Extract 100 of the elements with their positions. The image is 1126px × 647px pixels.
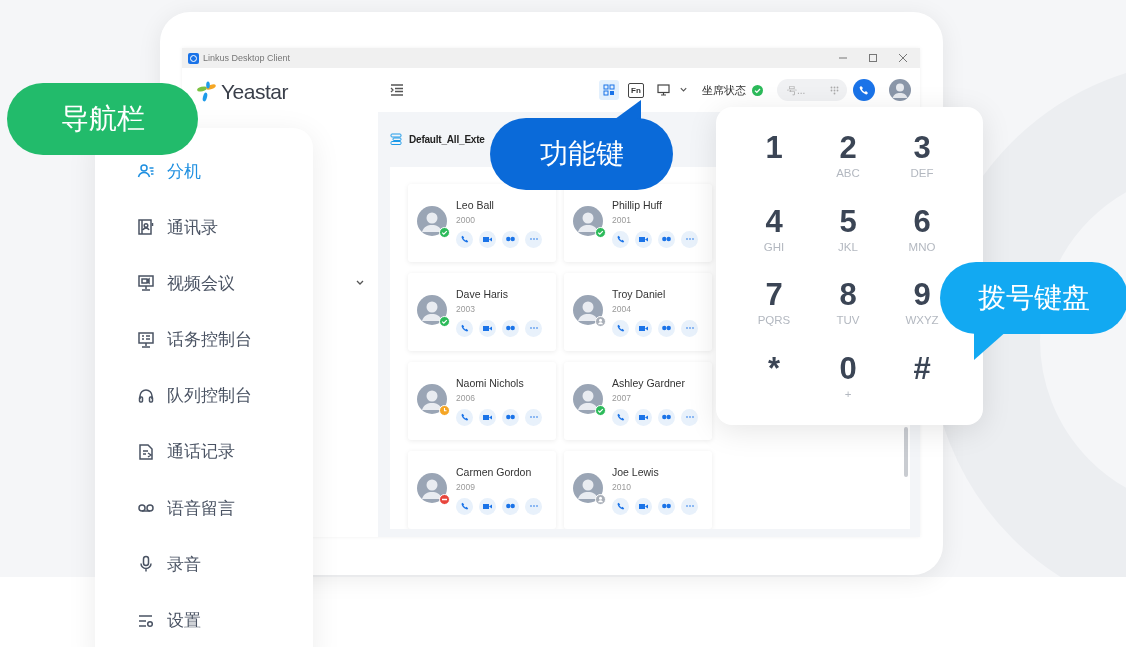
avatar-icon xyxy=(417,295,447,325)
nav-item[interactable]: 分机 xyxy=(137,158,201,184)
video-camera-icon xyxy=(483,324,492,332)
dial-key[interactable]: 2 ABC xyxy=(828,130,868,180)
avatar-icon xyxy=(417,206,447,236)
phone-icon xyxy=(859,85,869,95)
voicemail-button[interactable] xyxy=(502,230,519,248)
extension-number: 2004 xyxy=(612,303,632,314)
nav-item[interactable]: 通讯录 xyxy=(137,214,218,241)
close-icon[interactable] xyxy=(898,53,908,63)
nav-item[interactable]: 录音 xyxy=(137,551,201,578)
window-title: Linkus Desktop Client xyxy=(203,53,291,63)
fn-key-button[interactable]: Fn xyxy=(628,82,644,98)
dial-key[interactable]: 5 JKL xyxy=(828,203,868,254)
chevron-down-icon[interactable] xyxy=(679,86,688,94)
phone-icon xyxy=(460,324,469,332)
callout-bubble: 导航栏 xyxy=(7,83,198,155)
check-status-icon xyxy=(752,84,763,96)
call-button[interactable] xyxy=(456,230,473,248)
phone-icon xyxy=(460,235,469,243)
voicemail-button[interactable] xyxy=(658,319,675,337)
search-field[interactable]: 号... xyxy=(777,79,847,101)
voicemail-icon xyxy=(506,414,515,420)
voicemail-icon xyxy=(506,325,515,331)
dial-key[interactable]: 6 MNO xyxy=(902,203,942,254)
avatar-icon xyxy=(573,384,603,414)
group-title: Default_All_Exte xyxy=(409,133,485,145)
dial-key[interactable]: 4 GHI xyxy=(754,203,794,254)
avatar-icon xyxy=(417,384,447,414)
contact-name: Leo Ball xyxy=(456,198,495,211)
voicemail-button[interactable] xyxy=(502,319,519,337)
call-button[interactable] xyxy=(456,497,473,515)
qr-code-icon[interactable] xyxy=(599,80,619,100)
nav-item[interactable]: 话务控制台 xyxy=(137,326,252,353)
contact-name: Dave Haris xyxy=(456,287,509,300)
nav-item[interactable]: 队列控制台 xyxy=(137,382,252,409)
nav-item[interactable]: 设置 xyxy=(137,607,201,634)
maximize-icon[interactable] xyxy=(868,53,878,63)
chevron-down-icon[interactable] xyxy=(355,279,365,287)
phone-icon xyxy=(616,235,625,243)
contact-name: Naomi Nichols xyxy=(456,376,525,389)
video-camera-icon xyxy=(639,502,648,510)
video-call-button[interactable] xyxy=(635,408,652,426)
dial-key[interactable]: # xyxy=(902,350,942,387)
video-call-button[interactable] xyxy=(479,408,496,426)
contact-name: Troy Daniel xyxy=(612,287,667,300)
menu-icon[interactable] xyxy=(390,84,404,96)
extension-number: 2006 xyxy=(456,392,476,403)
video-call-button[interactable] xyxy=(635,497,652,515)
voicemail-button[interactable] xyxy=(658,408,675,426)
dial-key[interactable]: 3 DEF xyxy=(902,130,942,180)
dial-key[interactable]: 7 PQRS xyxy=(754,277,794,327)
call-button[interactable] xyxy=(853,79,875,101)
video-call-button[interactable] xyxy=(479,497,496,515)
voicemail-icon xyxy=(506,236,515,242)
call-button[interactable] xyxy=(612,408,629,426)
dial-key[interactable]: 9 WXYZ xyxy=(902,277,942,327)
voicemail-button[interactable] xyxy=(658,230,675,248)
video-call-button[interactable] xyxy=(635,319,652,337)
nav-item[interactable]: 通话记录 xyxy=(137,438,235,465)
video-screen-icon xyxy=(137,274,155,293)
nav-item[interactable]: 视频会议 xyxy=(137,270,235,297)
voicemail-button[interactable] xyxy=(658,497,675,515)
call-button[interactable] xyxy=(612,319,629,337)
video-camera-icon xyxy=(483,235,492,243)
video-call-button[interactable] xyxy=(479,230,496,248)
dial-key[interactable]: 0 + xyxy=(828,350,868,401)
avatar-icon[interactable] xyxy=(889,79,911,101)
video-call-button[interactable] xyxy=(479,319,496,337)
extension-number: 2007 xyxy=(612,392,632,403)
contact-card[interactable]: Carmen Gordon 2009 xyxy=(408,451,556,529)
contact-card[interactable]: Phillip Huff 2001 xyxy=(564,184,712,262)
voicemail-button[interactable] xyxy=(502,497,519,515)
phone-icon xyxy=(460,502,469,510)
contact-card[interactable]: Joe Lewis 2010 xyxy=(564,451,712,529)
contact-card[interactable]: Troy Daniel 2004 xyxy=(564,273,712,351)
contact-card[interactable]: Dave Haris 2003 xyxy=(408,273,556,351)
contact-card[interactable]: Naomi Nichols 2006 xyxy=(408,362,556,440)
agent-status-dropdown[interactable]: 坐席状态 xyxy=(702,82,746,98)
scrollbar[interactable] xyxy=(904,427,908,477)
call-button[interactable] xyxy=(612,497,629,515)
call-button[interactable] xyxy=(456,319,473,337)
voicemail-button[interactable] xyxy=(502,408,519,426)
voicemail-icon xyxy=(662,414,671,420)
avatar-icon xyxy=(573,473,603,503)
voicemail-icon xyxy=(506,503,515,509)
call-button[interactable] xyxy=(612,230,629,248)
contact-card[interactable]: Ashley Gardner 2007 xyxy=(564,362,712,440)
dial-key[interactable]: 1 xyxy=(754,130,794,166)
logo-icon xyxy=(196,81,218,103)
video-camera-icon xyxy=(483,413,492,421)
video-camera-icon xyxy=(483,502,492,510)
nav-item[interactable]: 语音留言 xyxy=(137,495,235,522)
extension-number: 2003 xyxy=(456,303,476,314)
address-book-icon xyxy=(137,218,155,237)
video-call-button[interactable] xyxy=(635,230,652,248)
dial-key[interactable]: * xyxy=(754,350,794,387)
dial-key[interactable]: 8 TUV xyxy=(828,277,868,327)
call-button[interactable] xyxy=(456,408,473,426)
contact-card[interactable]: Leo Ball 2000 xyxy=(408,184,556,262)
